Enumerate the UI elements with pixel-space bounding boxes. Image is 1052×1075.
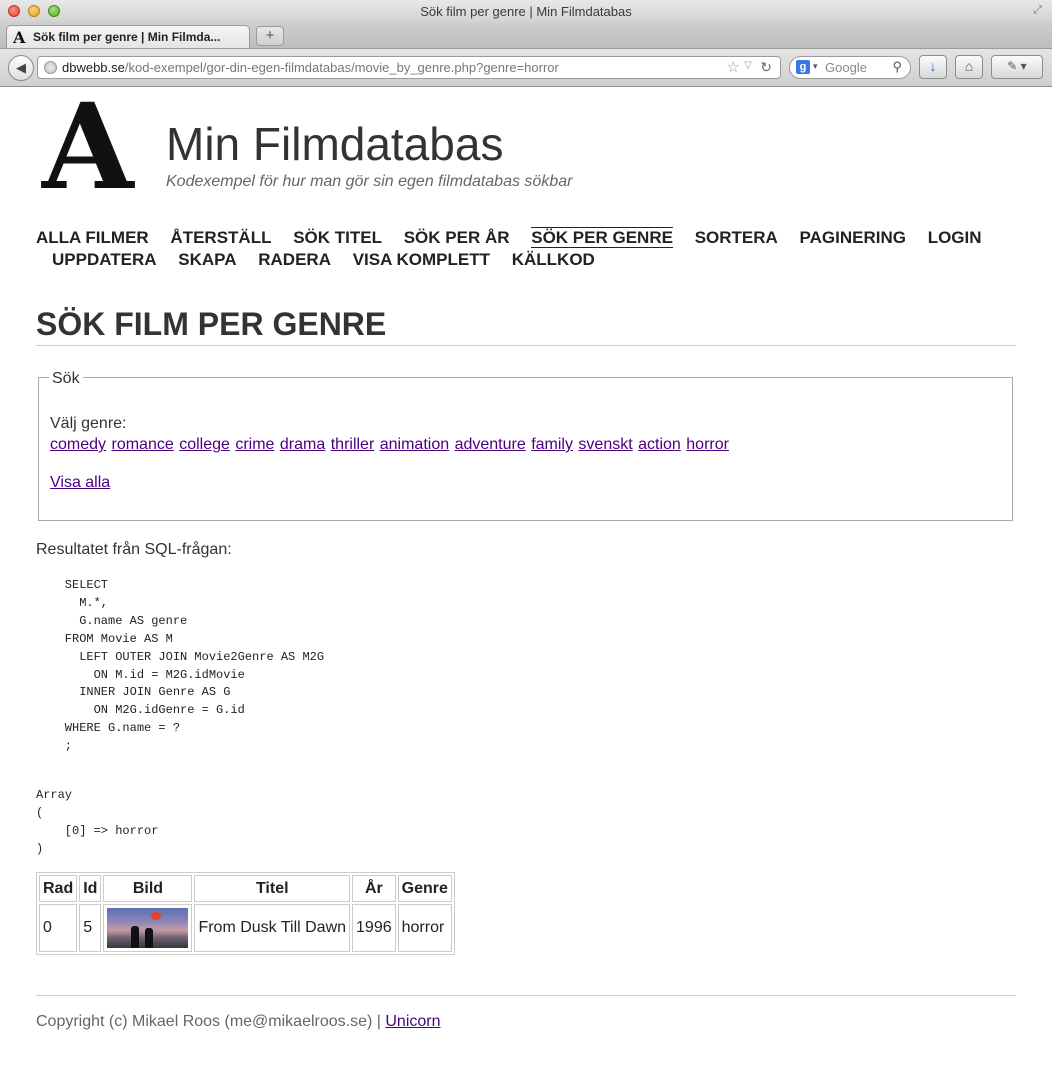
column-header-rad: Rad [39, 875, 78, 902]
engine-dropdown-icon[interactable]: ▾ [813, 61, 818, 72]
site-logo[interactable]: A [42, 88, 134, 206]
nav-item-paginering[interactable]: Paginering [800, 228, 906, 247]
cell-bild [103, 904, 193, 952]
nav-item-visa-komplett[interactable]: Visa komplett [353, 250, 490, 269]
genre-link-animation[interactable]: animation [380, 436, 449, 453]
bookmark-star-icon[interactable]: ☆ [727, 58, 740, 76]
tab-label: Sök film per genre | Min Filmda... [33, 30, 221, 44]
cell-ar: 1996 [352, 904, 396, 952]
column-header-titel: Titel [194, 875, 351, 902]
heading-divider [36, 345, 1016, 346]
site-slogan: Kodexempel för hur man gör sin egen film… [166, 173, 573, 190]
search-legend: Sök [49, 370, 83, 388]
nav-item-sortera[interactable]: Sortera [695, 228, 778, 247]
browser-tab-active[interactable]: A Sök film per genre | Min Filmda... [6, 25, 250, 48]
history-dropdown-icon[interactable]: ▽ [744, 60, 752, 71]
downloads-button[interactable]: ↓ [919, 55, 947, 79]
navigation-toolbar: ◀ dbwebb.se/kod-exempel/gor-din-egen-fil… [0, 49, 1052, 87]
google-engine-icon[interactable]: g [796, 60, 810, 74]
sql-query: SELECT M.*, G.name AS genre FROM Movie A… [64, 578, 325, 754]
cell-titel: From Dusk Till Dawn [194, 904, 351, 952]
main-navigation: Alla filmer Återställ Sök titel Sök per … [36, 227, 1016, 271]
thumbnail-sign [151, 912, 162, 920]
column-header-bild: Bild [103, 875, 193, 902]
magnifier-icon[interactable]: ⚲ [892, 59, 902, 75]
url-text[interactable]: dbwebb.se/kod-exempel/gor-din-egen-filmd… [62, 60, 559, 75]
nav-item-aterstall[interactable]: Återställ [170, 228, 271, 247]
search-box[interactable]: g ▾ Google ⚲ [789, 56, 911, 79]
genre-label: Välj genre: [50, 415, 127, 432]
genre-link-crime[interactable]: crime [235, 436, 274, 453]
back-button[interactable]: ◀ [8, 55, 34, 81]
column-header-ar: År [352, 875, 396, 902]
cell-genre: horror [397, 904, 452, 952]
table-header-row: Rad Id Bild Titel År Genre [39, 875, 452, 902]
footer-text: Copyright (c) Mikael Roos (me@mikaelroos… [36, 1013, 386, 1030]
window-titlebar: Sök film per genre | Min Filmdatabas ⤢ [0, 0, 1052, 23]
nav-item-kallkod[interactable]: Källkod [512, 250, 595, 269]
nav-item-login[interactable]: Login [928, 228, 982, 247]
thumbnail-figure [145, 928, 154, 948]
genre-link-horror[interactable]: horror [686, 436, 729, 453]
nav-item-alla-filmer[interactable]: Alla filmer [36, 228, 149, 247]
site-favicon-icon: A [13, 28, 26, 47]
footer-unicorn-link[interactable]: Unicorn [385, 1013, 440, 1030]
nav-item-sok-per-ar[interactable]: Sök per år [404, 228, 510, 247]
footer-divider [36, 995, 1016, 996]
genre-link-svenskt[interactable]: svenskt [578, 436, 632, 453]
url-host: dbwebb.se [62, 60, 125, 75]
genre-link-college[interactable]: college [179, 436, 230, 453]
nav-item-sok-per-genre[interactable]: Sök per genre [531, 227, 673, 248]
globe-icon [44, 61, 57, 74]
new-tab-button[interactable]: + [256, 26, 284, 46]
query-params: Array ( [0] => horror ) [36, 788, 159, 856]
nav-row-2: Uppdatera Skapa Radera Visa komplett Käl… [36, 249, 1016, 271]
genre-link-action[interactable]: action [638, 436, 681, 453]
reload-icon[interactable]: ↻ [760, 59, 772, 76]
home-button[interactable]: ⌂ [955, 55, 983, 79]
cell-id: 5 [79, 904, 102, 952]
genre-link-drama[interactable]: drama [280, 436, 325, 453]
result-label: Resultatet från SQL-frågan: [36, 541, 232, 558]
nav-row-1: Alla filmer Återställ Sök titel Sök per … [36, 227, 1016, 249]
genre-link-comedy[interactable]: comedy [50, 436, 106, 453]
fullscreen-icon[interactable]: ⤢ [1033, 4, 1042, 17]
column-header-id: Id [79, 875, 102, 902]
genre-link-thriller[interactable]: thriller [331, 436, 375, 453]
tools-menu-button[interactable]: ✎ ▾ [991, 55, 1043, 79]
genre-links: comedy romance college crime drama thril… [50, 436, 730, 454]
thumbnail-figure [131, 926, 140, 948]
search-fieldset: Sök Välj genre: comedy romance college c… [38, 370, 1013, 521]
footer: Copyright (c) Mikael Roos (me@mikaelroos… [36, 1013, 441, 1031]
search-placeholder: Google [825, 60, 867, 75]
show-all-link[interactable]: Visa alla [50, 474, 110, 492]
nav-item-radera[interactable]: Radera [258, 250, 331, 269]
page-title: Sök film per genre [36, 306, 387, 342]
url-path: /kod-exempel/gor-din-egen-filmdatabas/mo… [124, 60, 559, 75]
site-title: Min Filmdatabas [166, 118, 504, 170]
movie-thumbnail [107, 908, 189, 948]
window-title: Sök film per genre | Min Filmdatabas [420, 4, 632, 19]
nav-item-skapa[interactable]: Skapa [178, 250, 236, 269]
column-header-genre: Genre [397, 875, 452, 902]
genre-link-romance[interactable]: romance [111, 436, 173, 453]
nav-item-uppdatera[interactable]: Uppdatera [52, 250, 157, 269]
genre-link-adventure[interactable]: adventure [455, 436, 526, 453]
cell-rad: 0 [39, 904, 78, 952]
genre-link-family[interactable]: family [531, 436, 573, 453]
page-content: A Min Filmdatabas Kodexempel för hur man… [0, 87, 1052, 1075]
address-bar[interactable]: dbwebb.se/kod-exempel/gor-din-egen-filmd… [37, 56, 781, 79]
nav-item-sok-titel[interactable]: Sök titel [293, 228, 382, 247]
movies-table: Rad Id Bild Titel År Genre 0 5 From Dusk Till… [36, 872, 455, 955]
tab-bar: A Sök film per genre | Min Filmda... + [0, 22, 1052, 49]
table-row: 0 5 From Dusk Till Dawn 1996 horror [39, 904, 452, 952]
